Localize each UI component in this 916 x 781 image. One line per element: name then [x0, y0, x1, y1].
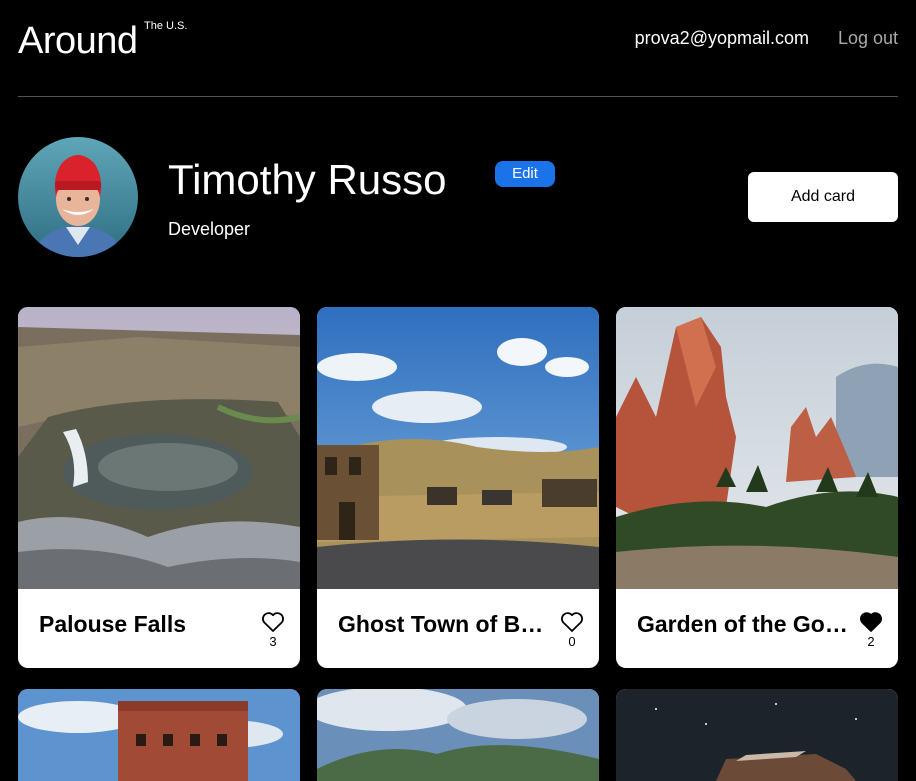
card-image[interactable] [18, 689, 300, 781]
like-count: 2 [867, 634, 875, 649]
card-title: Garden of the Go… [637, 611, 848, 637]
add-card-button[interactable]: Add card [748, 172, 898, 222]
card [317, 689, 599, 781]
card-image[interactable] [317, 307, 599, 589]
like-group: 2 [856, 611, 886, 649]
logout-link[interactable]: Log out [838, 28, 898, 49]
card-image[interactable] [317, 689, 599, 781]
user-email: prova2@yopmail.com [634, 28, 809, 48]
logo-superscript: The U.S. [144, 20, 188, 32]
heart-outline-icon[interactable] [560, 611, 584, 633]
card: Palouse Falls 3 [18, 307, 300, 668]
edit-profile-button[interactable]: Edit [495, 161, 555, 187]
like-count: 0 [568, 634, 576, 649]
card [18, 689, 300, 781]
profile-name: Timothy Russo [168, 156, 447, 203]
card-title: Ghost Town of B… [338, 611, 544, 637]
card-image[interactable] [616, 689, 898, 781]
logo[interactable]: Around [18, 20, 138, 63]
card: Ghost Town of B… 0 [317, 307, 599, 668]
card: Garden of the Go… 2 [616, 307, 898, 668]
card-image[interactable] [616, 307, 898, 589]
like-group: 0 [557, 611, 587, 649]
header: Around The U.S. prova2@yopmail.com Log o… [18, 0, 898, 97]
like-count: 3 [269, 634, 277, 649]
card [616, 689, 898, 781]
card-image[interactable] [18, 307, 300, 589]
card-title: Palouse Falls [39, 611, 187, 637]
like-group: 3 [258, 611, 288, 649]
heart-filled-icon[interactable] [859, 611, 883, 633]
avatar[interactable] [18, 137, 138, 257]
heart-outline-icon[interactable] [261, 611, 285, 633]
profile-job: Developer [168, 219, 251, 239]
